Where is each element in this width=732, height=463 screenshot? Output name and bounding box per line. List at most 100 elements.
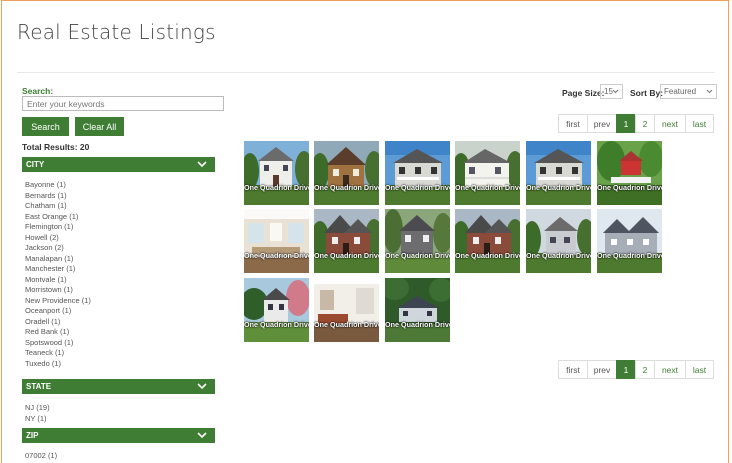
pagination-next[interactable]: next bbox=[654, 114, 686, 133]
listing-caption: One Quadrion Drive bbox=[244, 183, 309, 192]
pagination-top: first prev 1 2 next last bbox=[558, 114, 714, 133]
listing-card[interactable]: One Quadrion Drive bbox=[526, 209, 591, 273]
listing-card[interactable]: One Quadrion Drive bbox=[597, 209, 662, 273]
pagination-prev[interactable]: prev bbox=[587, 360, 617, 379]
facet-item-state[interactable]: NY (1) bbox=[25, 414, 50, 425]
listing-caption: One Quadrion Drive bbox=[526, 251, 591, 260]
page-title: Real Estate Listings bbox=[17, 20, 216, 44]
search-button[interactable]: Search bbox=[22, 117, 69, 136]
facet-header-zip[interactable]: ZIP bbox=[22, 428, 215, 443]
listing-caption: One Quadrion Drive bbox=[385, 320, 450, 329]
sort-by-label: Sort By: bbox=[630, 88, 664, 98]
facet-item-city[interactable]: Chatham (1) bbox=[25, 201, 91, 212]
facet-item-city[interactable]: Howell (2) bbox=[25, 233, 91, 244]
facet-item-city[interactable]: Montvale (1) bbox=[25, 275, 91, 286]
facet-header-city[interactable]: CITY bbox=[22, 157, 215, 172]
facet-header-label: CITY bbox=[26, 160, 45, 169]
facet-list-city: Bayonne (1) Bernards (1) Chatham (1) East O… bbox=[25, 180, 91, 369]
facet-item-city[interactable]: Spotswood (1) bbox=[25, 338, 91, 349]
facet-item-state[interactable]: NJ (19) bbox=[25, 403, 50, 414]
chevron-down-icon bbox=[197, 383, 207, 390]
listing-card[interactable]: One Quadrion Drive bbox=[314, 141, 379, 205]
chevron-down-icon bbox=[612, 89, 619, 94]
listing-card[interactable]: One Quadrion Drive bbox=[314, 209, 379, 273]
listing-photo bbox=[526, 141, 591, 205]
listing-card[interactable]: One Quadrion Drive bbox=[385, 278, 450, 342]
search-label: Search: bbox=[22, 86, 54, 96]
listing-card[interactable]: One Quadrion Drive bbox=[526, 141, 591, 205]
listing-caption: One Quadrion Drive bbox=[597, 183, 662, 192]
listing-caption: One Quadrion Drive bbox=[385, 183, 450, 192]
pagination-bottom: first prev 1 2 next last bbox=[558, 360, 714, 379]
listing-photo bbox=[526, 209, 591, 273]
listing-card[interactable]: One Quadrion Drive bbox=[385, 209, 450, 273]
pagination-last[interactable]: last bbox=[685, 360, 714, 379]
listing-caption: One Quadrion Drive bbox=[314, 320, 379, 329]
page-size-label: Page Size: bbox=[562, 88, 605, 98]
facet-item-city[interactable]: East Orange (1) bbox=[25, 212, 91, 223]
listing-card[interactable]: One Quadrion Drive bbox=[385, 141, 450, 205]
listing-photo bbox=[244, 278, 309, 342]
chevron-down-icon bbox=[706, 89, 713, 94]
pagination-prev[interactable]: prev bbox=[587, 114, 617, 133]
listing-caption: One Quadrion Drive bbox=[455, 183, 520, 192]
pagination-page-2[interactable]: 2 bbox=[635, 360, 655, 379]
facet-item-zip[interactable]: 07002 (1) bbox=[25, 451, 57, 462]
facet-item-city[interactable]: Tuxedo (1) bbox=[25, 359, 91, 370]
listing-photo bbox=[314, 278, 379, 342]
listing-caption: One Quadrion Drive bbox=[597, 251, 662, 260]
facet-list-zip: 07002 (1) bbox=[25, 451, 57, 462]
listing-caption: One Quadrion Drive bbox=[314, 251, 379, 260]
listing-caption: One Quadrion Drive bbox=[526, 183, 591, 192]
facet-item-city[interactable]: Manchester (1) bbox=[25, 264, 91, 275]
pagination-next[interactable]: next bbox=[654, 360, 686, 379]
listing-card[interactable]: One Quadrion Drive bbox=[455, 209, 520, 273]
facet-header-label: STATE bbox=[26, 382, 52, 391]
listing-photo bbox=[314, 141, 379, 205]
facet-item-city[interactable]: New Providence (1) bbox=[25, 296, 91, 307]
pagination-page-1[interactable]: 1 bbox=[616, 114, 636, 133]
listing-caption: One Quadrion Drive bbox=[385, 251, 450, 260]
facet-item-city[interactable]: Bayonne (1) bbox=[25, 180, 91, 191]
listing-photo bbox=[597, 209, 662, 273]
listing-caption: One Quadrion Drive bbox=[455, 251, 520, 260]
listing-photo bbox=[385, 141, 450, 205]
search-input[interactable] bbox=[22, 96, 224, 111]
facet-item-city[interactable]: Teaneck (1) bbox=[25, 348, 91, 359]
facet-item-city[interactable]: Oradell (1) bbox=[25, 317, 91, 328]
listing-card[interactable]: One Quadrion Drive bbox=[244, 141, 309, 205]
listing-caption: One Quadrion Drive bbox=[244, 320, 309, 329]
clear-all-button[interactable]: Clear All bbox=[75, 117, 124, 136]
listing-card[interactable]: One Quadrion Drive bbox=[244, 209, 309, 273]
listing-photo bbox=[314, 209, 379, 273]
pagination-first[interactable]: first bbox=[558, 114, 588, 133]
pagination-first[interactable]: first bbox=[558, 360, 588, 379]
facet-item-city[interactable]: Manalapan (1) bbox=[25, 254, 91, 265]
listing-photo bbox=[455, 209, 520, 273]
chevron-down-icon bbox=[197, 432, 207, 439]
facet-list-state: NJ (19) NY (1) bbox=[25, 403, 50, 424]
pagination-page-1[interactable]: 1 bbox=[616, 360, 636, 379]
listing-card[interactable]: One Quadrion Drive bbox=[597, 141, 662, 205]
page-size-select[interactable]: 15 bbox=[600, 84, 623, 99]
pagination-page-2[interactable]: 2 bbox=[635, 114, 655, 133]
listing-card[interactable]: One Quadrion Drive bbox=[244, 278, 309, 342]
facet-item-city[interactable]: Morristown (1) bbox=[25, 285, 91, 296]
listing-caption: One Quadrion Drive bbox=[314, 183, 379, 192]
pagination-last[interactable]: last bbox=[685, 114, 714, 133]
facet-header-state[interactable]: STATE bbox=[22, 379, 215, 394]
facet-item-city[interactable]: Bernards (1) bbox=[25, 191, 91, 202]
facet-item-city[interactable]: Jackson (2) bbox=[25, 243, 91, 254]
title-divider bbox=[17, 72, 715, 73]
facet-header-label: ZIP bbox=[26, 431, 39, 440]
sort-by-select[interactable]: Featured bbox=[660, 84, 717, 99]
facet-item-city[interactable]: Red Bank (1) bbox=[25, 327, 91, 338]
sort-by-value: Featured bbox=[664, 87, 697, 96]
facet-item-city[interactable]: Flemington (1) bbox=[25, 222, 91, 233]
facet-item-city[interactable]: Oceanport (1) bbox=[25, 306, 91, 317]
listing-card[interactable]: One Quadrion Drive bbox=[455, 141, 520, 205]
listing-card[interactable]: One Quadrion Drive bbox=[314, 278, 379, 342]
listing-photo bbox=[244, 209, 309, 273]
listing-photo bbox=[385, 278, 450, 342]
listing-photo bbox=[244, 141, 309, 205]
